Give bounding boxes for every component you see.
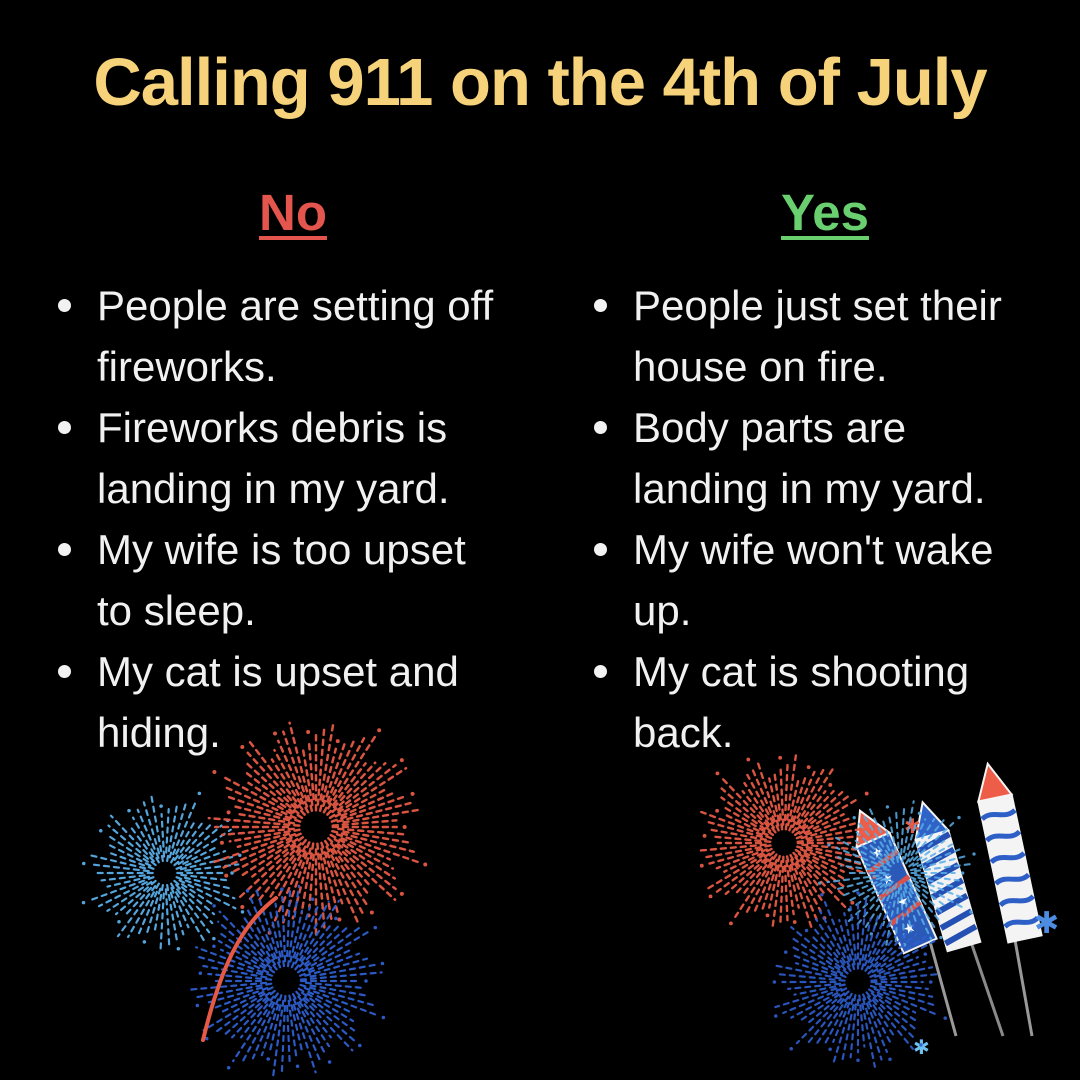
yes-column-list: People just set their house on fire. Bod…	[590, 275, 1050, 763]
firework-rockets-icon: ★ ★ ★ ★ ✱ ✱ ✱	[694, 754, 1059, 1068]
list-item-text: People just set their house on fire.	[633, 282, 1002, 390]
list-item: People are setting off fireworks.	[54, 275, 504, 397]
no-column-heading: No	[259, 184, 327, 241]
list-item-text: My wife is too upset to sleep.	[97, 526, 466, 634]
no-column-list: People are setting off fireworks. Firewo…	[54, 275, 504, 763]
bullet-icon	[594, 299, 607, 312]
list-item: Fireworks debris is landing in my yard.	[54, 397, 504, 519]
bullet-icon	[58, 543, 71, 556]
list-item: People just set their house on fire.	[590, 275, 1050, 397]
list-item: My wife won't wake up.	[590, 519, 1050, 641]
bullet-icon	[594, 543, 607, 556]
fireworks-bursts-icon	[81, 720, 428, 1078]
bullet-icon	[58, 299, 71, 312]
bullet-icon	[58, 665, 71, 678]
list-item: Body parts are landing in my yard.	[590, 397, 1050, 519]
firework-burst	[81, 791, 245, 953]
list-item-text: People are setting off fireworks.	[97, 282, 494, 390]
yes-column-heading: Yes	[781, 184, 869, 241]
firework-burst	[207, 720, 428, 936]
page-title: Calling 911 on the 4th of July	[93, 45, 987, 120]
list-item: My wife is too upset to sleep.	[54, 519, 504, 641]
list-item-text: My wife won't wake up.	[633, 526, 994, 634]
bullet-icon	[594, 421, 607, 434]
firework-burst	[694, 754, 877, 932]
bullet-icon	[594, 665, 607, 678]
svg-text:✱: ✱	[1034, 906, 1059, 941]
list-item-text: Fireworks debris is landing in my yard.	[97, 404, 450, 512]
list-item-text: Body parts are landing in my yard.	[633, 404, 986, 512]
fireworks-decoration: ★ ★ ★ ★ ✱ ✱ ✱	[81, 720, 1059, 1078]
svg-text:✱: ✱	[913, 1035, 930, 1059]
bullet-icon	[58, 421, 71, 434]
